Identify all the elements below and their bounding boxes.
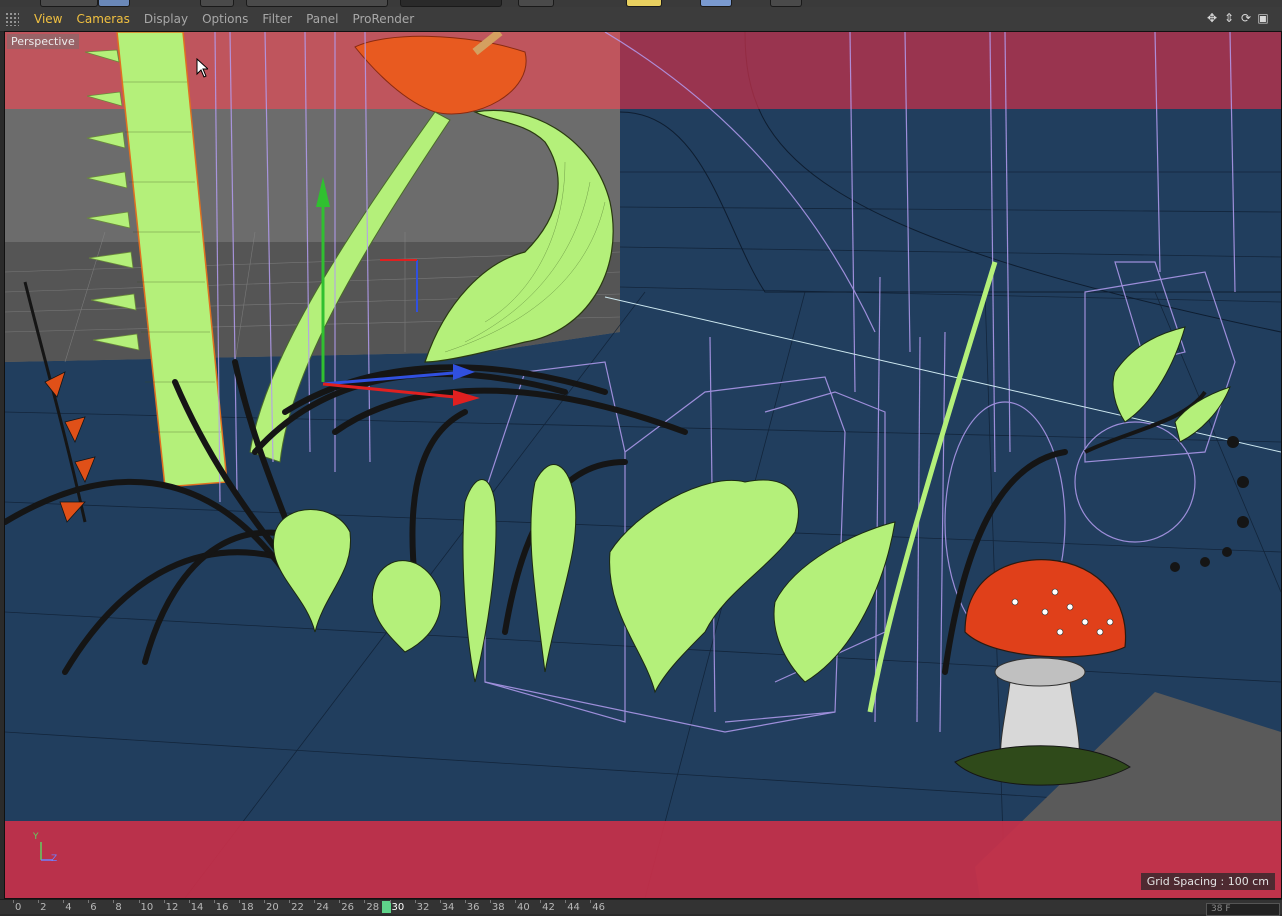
timeline-tick-label: 8 xyxy=(115,902,122,913)
timeline-tick-label: 20 xyxy=(266,902,279,913)
menu-view[interactable]: View xyxy=(27,12,69,26)
menu-panel[interactable]: Panel xyxy=(299,12,345,26)
axis-y-label: Y xyxy=(33,832,39,842)
timeline-tick-label: 0 xyxy=(15,902,22,913)
toolbar-button[interactable] xyxy=(626,0,662,7)
timeline-tick-mark xyxy=(88,900,90,903)
timeline-ruler[interactable]: 0 2 4 6 8 10 12 14 16 18 20 22 24 26 28 30 32 34 36 38 40 42 4… xyxy=(0,899,1282,916)
world-axis-indicator: Y Z xyxy=(33,832,73,868)
timeline-tick-mark xyxy=(238,900,240,903)
timeline-tick-label: 2 xyxy=(40,902,47,913)
rotate-view-icon[interactable]: ⟳ xyxy=(1239,11,1253,25)
timeline-tick-mark xyxy=(38,900,40,903)
timeline-tick-mark xyxy=(138,900,140,903)
perspective-viewport[interactable]: Perspective Y Z Grid Spacing : 100 cm xyxy=(4,31,1282,899)
toolbar-button[interactable] xyxy=(40,0,98,7)
timeline-tick-label: 46 xyxy=(592,902,606,913)
menu-cameras[interactable]: Cameras xyxy=(69,12,136,26)
timeline-tick-mark xyxy=(389,900,391,903)
grid-spacing-readout: Grid Spacing : 100 cm xyxy=(1140,873,1275,890)
timeline-tick-mark xyxy=(163,900,165,903)
timeline-tick-mark xyxy=(63,900,65,903)
timeline-tick-mark xyxy=(464,900,466,903)
timeline-tick-label: 18 xyxy=(240,902,254,913)
panel-grip-icon[interactable] xyxy=(5,12,19,26)
move-view-icon[interactable]: ✥ xyxy=(1205,11,1219,25)
toolbar-button[interactable] xyxy=(98,0,130,7)
mouse-cursor-icon xyxy=(196,58,208,78)
toolbar-button-group[interactable] xyxy=(246,0,388,7)
timeline-tick-mark xyxy=(213,900,215,903)
timeline-tick-mark xyxy=(489,900,491,903)
timeline-tick-label: 40 xyxy=(517,902,530,913)
timeline-tick-label: 6 xyxy=(90,902,97,913)
timeline-tick-label: 4 xyxy=(65,902,72,913)
timeline-tick-label: 28 xyxy=(366,902,380,913)
timeline-tick-label: 24 xyxy=(316,902,329,913)
end-frame-field[interactable]: 38 F xyxy=(1206,903,1280,916)
timeline-tick-mark xyxy=(188,900,190,903)
timeline-tick-label: 30 xyxy=(391,902,405,913)
timeline-tick-label: 16 xyxy=(215,902,229,913)
toolbar-button-group[interactable] xyxy=(400,0,502,7)
toggle-view-icon[interactable]: ▣ xyxy=(1256,11,1270,25)
scene-render xyxy=(5,32,1281,898)
timeline-tick-label: 34 xyxy=(441,902,455,913)
timeline-tick-label: 32 xyxy=(416,902,430,913)
timeline-tick-mark xyxy=(590,900,592,903)
menu-filter[interactable]: Filter xyxy=(255,12,299,26)
timeline-tick-label: 42 xyxy=(542,902,555,913)
timeline-tick-mark xyxy=(264,900,265,903)
timeline-tick-mark xyxy=(13,900,14,903)
timeline-tick-mark xyxy=(515,900,516,903)
menu-display[interactable]: Display xyxy=(137,12,195,26)
safe-frame-bottom xyxy=(5,821,1281,898)
main-toolbar xyxy=(0,0,1282,7)
menu-prorender[interactable]: ProRender xyxy=(345,12,421,26)
timeline-tick-mark xyxy=(414,900,416,903)
timeline-tick-mark xyxy=(289,900,291,903)
viewport-menu-bar: View Cameras Display Options Filter Pane… xyxy=(0,7,1282,32)
timeline-tick-mark xyxy=(314,900,316,903)
timeline-tick-label: 38 xyxy=(491,902,505,913)
menu-options[interactable]: Options xyxy=(195,12,255,26)
dolly-view-icon[interactable]: ⇕ xyxy=(1222,11,1236,25)
axis-z-label: Z xyxy=(51,854,58,864)
timeline-tick-label: 44 xyxy=(567,902,580,913)
timeline-tick-mark xyxy=(565,900,567,903)
toolbar-button[interactable] xyxy=(770,0,802,7)
timeline-tick-mark xyxy=(540,900,542,903)
timeline-tick-label: 14 xyxy=(190,902,204,913)
timeline-tick-mark xyxy=(439,900,441,903)
toolbar-button[interactable] xyxy=(200,0,234,7)
timeline-tick-label: 36 xyxy=(466,902,480,913)
toolbar-button[interactable] xyxy=(518,0,554,7)
timeline-tick-label: 26 xyxy=(341,902,355,913)
timeline-tick-label: 10 xyxy=(140,902,154,913)
timeline-tick-mark xyxy=(113,900,115,903)
timeline-tick-label: 22 xyxy=(291,902,304,913)
toolbar-button[interactable] xyxy=(700,0,732,7)
timeline-tick-mark xyxy=(364,900,366,903)
camera-label[interactable]: Perspective xyxy=(7,34,79,49)
timeline-tick-label: 12 xyxy=(165,902,179,913)
timeline-tick-mark xyxy=(339,900,341,903)
